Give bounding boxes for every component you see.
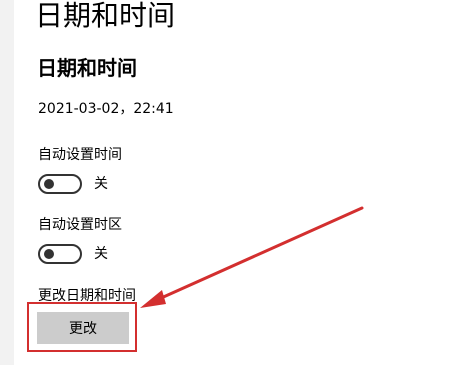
auto-time-label: 自动设置时间 <box>38 147 122 163</box>
left-edge-panel <box>0 0 14 365</box>
change-datetime-button[interactable]: 更改 <box>37 312 129 344</box>
auto-timezone-toggle[interactable] <box>38 244 82 264</box>
auto-time-state: 关 <box>94 176 108 192</box>
toggle-knob-icon <box>44 179 54 189</box>
auto-timezone-label: 自动设置时区 <box>38 217 122 233</box>
change-datetime-label: 更改日期和时间 <box>38 288 136 304</box>
section-title: 日期和时间 <box>37 56 137 80</box>
current-datetime: 2021-03-02，22:41 <box>38 101 174 117</box>
toggle-knob-icon <box>44 249 54 259</box>
page-title: 日期和时间 <box>35 0 176 32</box>
auto-time-toggle[interactable] <box>38 174 82 194</box>
auto-timezone-state: 关 <box>94 246 108 262</box>
